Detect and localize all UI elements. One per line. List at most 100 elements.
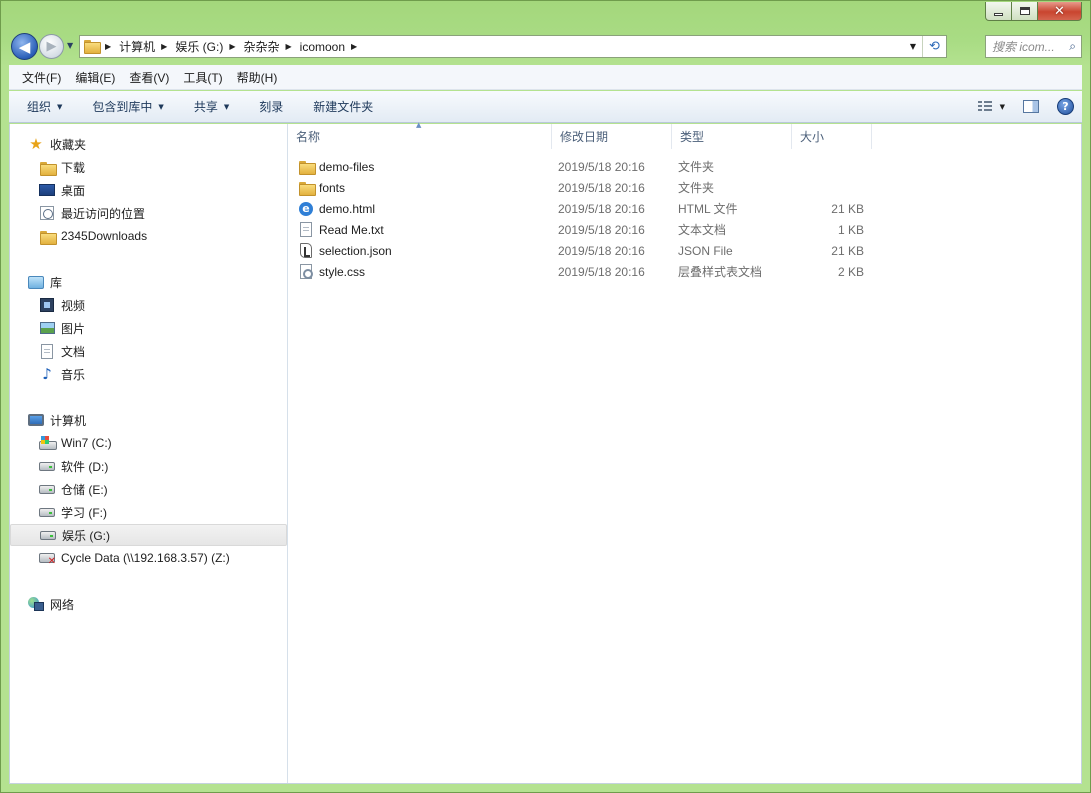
nav-item-2345downloads[interactable]: 2345Downloads <box>10 225 287 247</box>
minimize-button[interactable] <box>985 2 1012 21</box>
menu-view[interactable]: 查看(V) <box>122 69 176 86</box>
file-date: 2019/5/18 20:16 <box>558 159 645 174</box>
breadcrumb-separator-icon: ▶ <box>105 42 112 51</box>
breadcrumb-item-computer[interactable]: 计算机 ▶ <box>119 36 175 57</box>
nav-item-downloads[interactable]: 下载 <box>10 156 287 178</box>
folder-icon <box>39 228 57 245</box>
breadcrumb-separator-icon[interactable]: ▶ <box>161 42 167 51</box>
address-dropdown-icon[interactable]: ▼ <box>904 42 922 51</box>
minimize-icon <box>994 12 1003 16</box>
help-icon[interactable]: ? <box>1057 98 1074 115</box>
windows-drive-icon <box>39 435 57 451</box>
menu-file[interactable]: 文件(F) <box>15 69 68 86</box>
file-type: 文件夹 <box>678 181 715 195</box>
file-list[interactable]: ▲ 名称 修改日期 类型 大小 demo-files 2019/5/18 20:1… <box>288 121 1081 783</box>
file-name: fonts <box>319 180 346 195</box>
forward-button[interactable]: ▶ <box>39 34 64 59</box>
drive-icon <box>39 458 55 474</box>
sort-ascending-icon: ▲ <box>416 121 422 129</box>
search-placeholder: 搜索 icom... <box>992 40 1055 54</box>
file-name: demo-files <box>319 159 375 174</box>
pictures-icon <box>39 320 55 336</box>
column-header-date[interactable]: 修改日期 <box>552 124 672 149</box>
nav-item-drive-d[interactable]: 软件 (D:) <box>10 455 287 477</box>
navigation-pane[interactable]: ★ 收藏夹 下载 桌面 最近访问的位置 2345Downloads 库 视频 图片… <box>10 124 288 783</box>
menu-edit[interactable]: 编辑(E) <box>68 69 122 86</box>
nav-network[interactable]: 网络 <box>10 593 287 615</box>
nav-computer[interactable]: 计算机 <box>10 409 287 431</box>
css-file-icon <box>298 264 314 280</box>
nav-item-desktop[interactable]: 桌面 <box>10 179 287 201</box>
close-icon: ✕ <box>1054 3 1065 19</box>
file-date: 2019/5/18 20:16 <box>558 243 645 258</box>
column-header-type[interactable]: 类型 <box>672 124 792 149</box>
nav-item-drive-z[interactable]: ✕ Cycle Data (\\192.168.3.57) (Z:) <box>10 547 287 569</box>
file-size: 21 KB <box>831 201 864 216</box>
nav-item-drive-f[interactable]: 学习 (F:) <box>10 501 287 523</box>
menu-help[interactable]: 帮助(H) <box>230 69 285 86</box>
file-date: 2019/5/18 20:16 <box>558 201 645 216</box>
library-icon <box>28 274 44 290</box>
breadcrumb-item-drive-g[interactable]: 娱乐 (G:) ▶ <box>175 36 243 57</box>
nav-item-videos[interactable]: 视频 <box>10 294 287 316</box>
address-bar[interactable]: ▶ 计算机 ▶ 娱乐 (G:) ▶ 杂杂杂 ▶ icomoon ▶ ▼ ⟲ <box>79 35 947 58</box>
navigation-row: ◀ ▶ ▼ ▶ 计算机 ▶ 娱乐 (G:) ▶ 杂杂杂 ▶ icomoon ▶ ▼ ⟲ … <box>9 31 1082 61</box>
column-header-size[interactable]: 大小 <box>792 124 872 149</box>
share-button[interactable]: 共享 ▼ <box>186 98 237 115</box>
close-button[interactable]: ✕ <box>1038 2 1082 21</box>
menu-tools[interactable]: 工具(T) <box>176 69 229 86</box>
column-headers: ▲ 名称 修改日期 类型 大小 <box>288 121 872 149</box>
breadcrumb-root-arrow[interactable]: ▶ <box>99 36 119 57</box>
new-folder-button[interactable]: 新建文件夹 <box>305 98 381 115</box>
nav-libraries[interactable]: 库 <box>10 271 287 293</box>
star-icon: ★ <box>29 134 43 153</box>
computer-icon <box>28 412 44 428</box>
nav-item-pictures[interactable]: 图片 <box>10 317 287 339</box>
include-in-library-button[interactable]: 包含到库中 ▼ <box>84 98 171 115</box>
nav-item-documents[interactable]: 文档 <box>10 340 287 362</box>
burn-button[interactable]: 刻录 <box>251 98 291 115</box>
file-row[interactable]: e demo.html 2019/5/18 20:16 HTML 文件 21 KB <box>298 198 864 219</box>
desktop-icon <box>39 182 55 198</box>
file-name: selection.json <box>319 243 392 258</box>
file-type: 文本文档 <box>678 223 727 237</box>
music-icon: ♪ <box>42 364 52 383</box>
explorer-window: ✕ ◀ ▶ ▼ ▶ 计算机 ▶ 娱乐 (G:) ▶ 杂杂杂 ▶ icomoon ▶ ▼ … <box>0 0 1091 793</box>
search-icon[interactable]: ⌕ <box>1069 39 1076 54</box>
file-row[interactable]: Read Me.txt 2019/5/18 20:16 文本文档 1 KB <box>298 219 864 240</box>
content-area: ★ 收藏夹 下载 桌面 最近访问的位置 2345Downloads 库 视频 图片… <box>9 121 1082 784</box>
nav-item-recent-places[interactable]: 最近访问的位置 <box>10 202 287 224</box>
back-button[interactable]: ◀ <box>11 33 38 60</box>
nav-item-drive-g[interactable]: 娱乐 (G:) <box>10 524 287 546</box>
file-row[interactable]: demo-files 2019/5/18 20:16 文件夹 <box>298 156 864 177</box>
nav-item-drive-e[interactable]: 仓储 (E:) <box>10 478 287 500</box>
command-bar-right: ▼ ? <box>977 98 1074 115</box>
file-type: JSON File <box>678 243 733 258</box>
breadcrumb-item-folder[interactable]: 杂杂杂 ▶ <box>243 36 299 57</box>
file-row[interactable]: selection.json 2019/5/18 20:16 JSON File… <box>298 240 864 261</box>
change-view-icon[interactable] <box>977 100 994 113</box>
breadcrumb-separator-icon[interactable]: ▶ <box>229 42 235 51</box>
nav-item-music[interactable]: ♪ 音乐 <box>10 363 287 385</box>
breadcrumb-separator-icon[interactable]: ▶ <box>351 42 357 51</box>
file-row[interactable]: fonts 2019/5/18 20:16 文件夹 <box>298 177 864 198</box>
json-file-icon <box>298 243 314 259</box>
file-row[interactable]: style.css 2019/5/18 20:16 层叠样式表文档 2 KB <box>298 261 864 282</box>
file-type: 层叠样式表文档 <box>678 265 763 279</box>
search-input[interactable]: 搜索 icom... ⌕ <box>985 35 1082 58</box>
breadcrumb-separator-icon[interactable]: ▶ <box>286 42 292 51</box>
history-dropdown-icon[interactable]: ▼ <box>67 41 73 50</box>
nav-item-drive-c[interactable]: Win7 (C:) <box>10 432 287 454</box>
nav-favorites[interactable]: ★ 收藏夹 <box>10 133 287 155</box>
refresh-button[interactable]: ⟲ <box>922 36 946 57</box>
breadcrumb-item-current[interactable]: icomoon ▶ <box>300 36 366 57</box>
file-size: 21 KB <box>831 243 864 258</box>
file-size: 1 KB <box>837 222 864 237</box>
organize-button[interactable]: 组织 ▼ <box>19 98 70 115</box>
file-date: 2019/5/18 20:16 <box>558 180 645 195</box>
preview-pane-icon[interactable] <box>1023 100 1039 113</box>
maximize-button[interactable] <box>1012 2 1038 21</box>
recent-places-icon <box>39 205 55 221</box>
view-options-dropdown-icon[interactable]: ▼ <box>1000 103 1005 111</box>
column-header-name[interactable]: ▲ 名称 <box>288 121 552 149</box>
